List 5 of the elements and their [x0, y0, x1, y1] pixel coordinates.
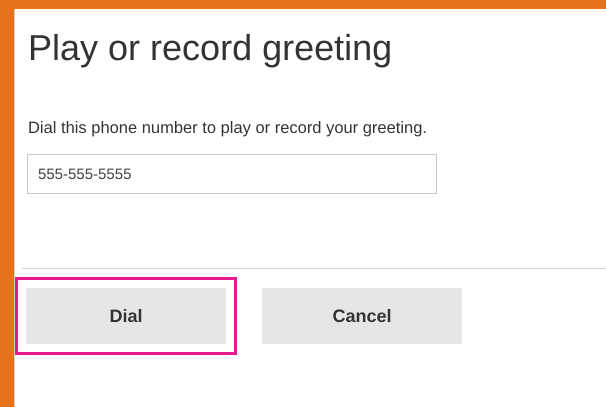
- dialog-description: Dial this phone number to play or record your greeting.: [28, 119, 428, 138]
- dial-button[interactable]: Dial: [26, 288, 226, 344]
- cancel-button[interactable]: Cancel: [262, 288, 462, 344]
- dialog-title: Play or record greeting: [28, 27, 394, 69]
- phone-number-field[interactable]: 555-555-5555: [27, 154, 437, 194]
